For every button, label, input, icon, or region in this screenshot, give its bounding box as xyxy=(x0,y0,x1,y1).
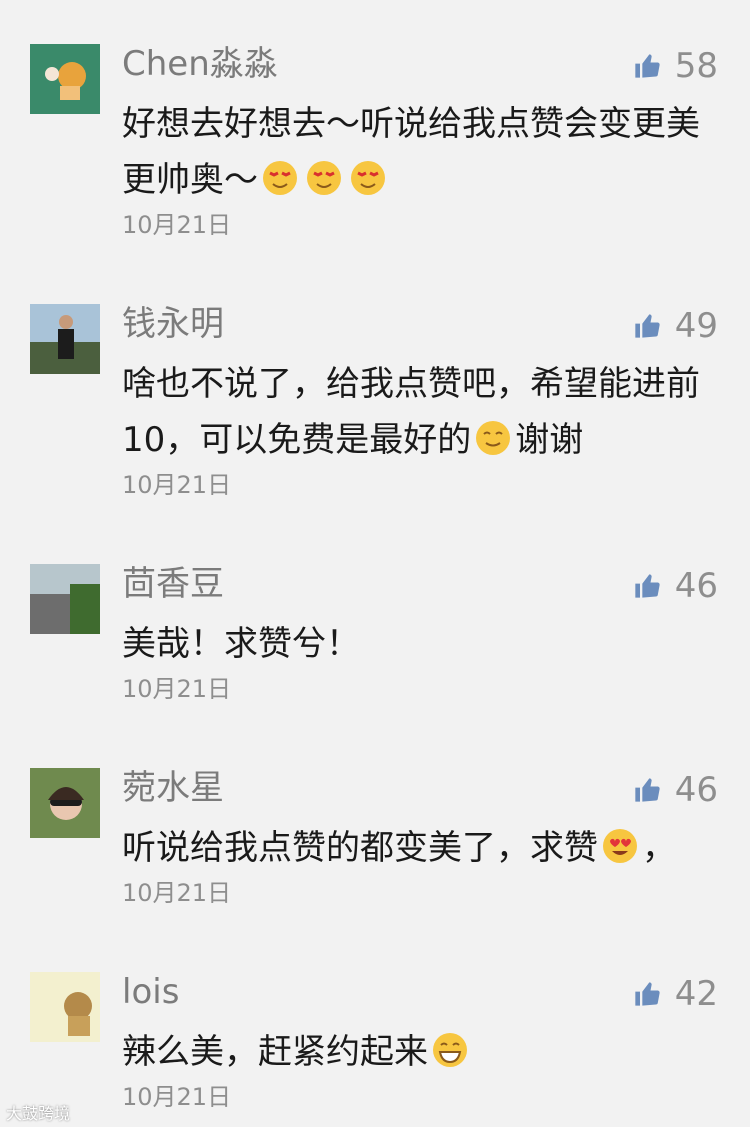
commenter-name[interactable]: Chen淼淼 xyxy=(122,42,278,86)
thumbs-up-icon xyxy=(635,314,660,338)
comment-text: 听说给我点赞的都变美了，求赞 ， xyxy=(122,820,722,876)
thumbs-up-icon xyxy=(635,778,660,802)
star-eyes-emoji-icon xyxy=(351,161,385,195)
comment-text: 辣么美，赶紧约起来 xyxy=(122,1024,722,1080)
like-button[interactable]: 46 xyxy=(633,768,718,812)
comment-body: 好想去好想去～听说给我点赞会变更美更帅奥～ xyxy=(122,104,700,200)
commenter-name[interactable]: 茴香豆 xyxy=(122,562,224,606)
thumbs-up-icon xyxy=(635,574,660,598)
like-count: 58 xyxy=(674,46,718,86)
comment-date: 10月21日 xyxy=(122,211,232,239)
commenter-name[interactable]: lois xyxy=(122,970,179,1014)
like-button[interactable]: 49 xyxy=(633,304,718,348)
comment-body-tail: 谢谢 xyxy=(515,420,584,460)
avatar-image xyxy=(30,44,100,114)
comment-body: 听说给我点赞的都变美了，求赞 xyxy=(122,828,598,868)
comment-text: 美哉！求赞兮！ xyxy=(122,616,722,672)
comment-date: 10月21日 xyxy=(122,1083,232,1111)
comment-text: 啥也不说了，给我点赞吧，希望能进前10，可以免费是最好的 谢谢 xyxy=(122,356,722,468)
like-count: 49 xyxy=(674,306,718,346)
star-eyes-emoji-icon xyxy=(263,161,297,195)
comment-body-tail: ， xyxy=(642,828,676,868)
like-count: 42 xyxy=(674,974,718,1014)
avatar[interactable] xyxy=(30,768,100,838)
like-button[interactable]: 58 xyxy=(633,44,718,88)
avatar-image xyxy=(30,564,100,634)
avatar[interactable] xyxy=(30,304,100,374)
thumbs-up-icon xyxy=(635,54,660,78)
comment-text: 好想去好想去～听说给我点赞会变更美更帅奥～ xyxy=(122,96,722,208)
commenter-name[interactable]: 钱永明 xyxy=(122,302,224,346)
heart-eyes-emoji-icon xyxy=(603,829,637,863)
comment-date: 10月21日 xyxy=(122,675,232,703)
avatar-image xyxy=(30,304,100,374)
like-count: 46 xyxy=(674,770,718,810)
avatar[interactable] xyxy=(30,972,100,1042)
watermark: 大鼓跨境 xyxy=(6,1104,71,1123)
avatar-image xyxy=(30,768,100,838)
avatar[interactable] xyxy=(30,564,100,634)
star-eyes-emoji-icon xyxy=(307,161,341,195)
smile-emoji-icon xyxy=(476,421,511,455)
like-count: 46 xyxy=(674,566,718,606)
comment-body: 辣么美，赶紧约起来 xyxy=(122,1032,428,1072)
thumbs-up-icon xyxy=(635,982,660,1006)
avatar[interactable] xyxy=(30,44,100,114)
like-button[interactable]: 46 xyxy=(633,564,718,608)
commenter-name[interactable]: 菀水星 xyxy=(122,766,224,810)
avatar-image xyxy=(30,972,100,1042)
comment-date: 10月21日 xyxy=(122,879,232,907)
grin-emoji-icon xyxy=(433,1033,467,1067)
comment-date: 10月21日 xyxy=(122,471,232,499)
comment-body: 啥也不说了，给我点赞吧，希望能进前10，可以免费是最好的 xyxy=(122,364,700,460)
like-button[interactable]: 42 xyxy=(633,972,718,1016)
comment-body: 美哉！求赞兮！ xyxy=(122,624,360,664)
